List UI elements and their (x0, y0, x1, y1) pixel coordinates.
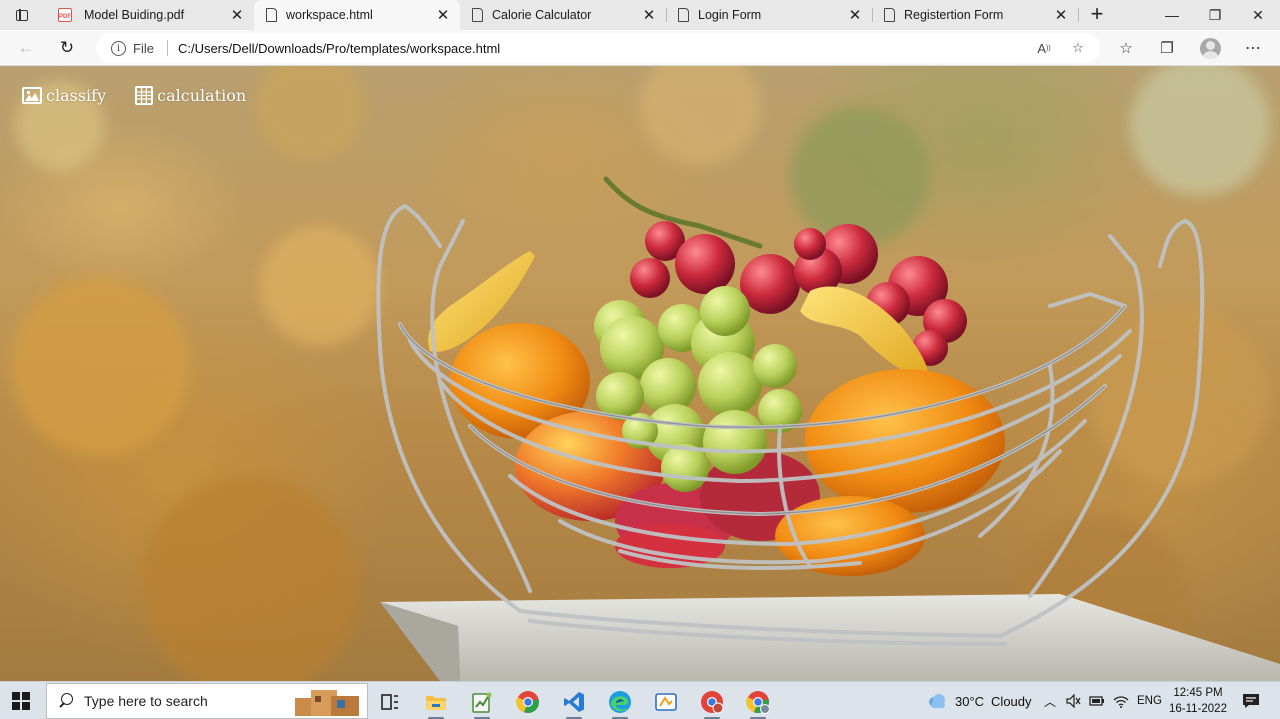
notepad-icon (472, 692, 492, 713)
info-icon[interactable]: i (111, 40, 126, 56)
pdf-icon: PDF (58, 8, 72, 22)
chrome-profile-1-button[interactable] (692, 686, 732, 719)
battery-icon (1089, 696, 1104, 706)
windows-taskbar: Type here to search 30°C Cloudy ︿ ENG 12… (0, 681, 1280, 719)
windows-logo-icon (12, 692, 20, 700)
document-icon (884, 8, 895, 22)
arrow-left-icon: ← (17, 38, 35, 57)
document-icon (678, 8, 689, 22)
taskbar-search-box[interactable]: Type here to search (46, 683, 368, 719)
chrome-button[interactable] (508, 686, 548, 718)
tab-registertion-form[interactable]: Registertion Form ✕ (872, 0, 1078, 30)
new-tab-button[interactable]: + (1086, 3, 1108, 26)
image-icon (22, 87, 42, 104)
folder-icon (426, 696, 446, 710)
close-window-button[interactable]: ✕ (1236, 0, 1280, 30)
tab-title: Model Buiding.pdf (84, 8, 185, 22)
speaker-muted-icon (1066, 694, 1081, 708)
vscode-icon (564, 692, 584, 712)
profile-avatar[interactable] (1200, 38, 1221, 59)
tab-strip: PDF Model Buiding.pdf ✕ workspace.html ✕… (0, 0, 1280, 30)
weather-condition: Cloudy (991, 693, 1032, 709)
snipping-tool-icon (655, 693, 677, 711)
chrome-icon (516, 691, 539, 714)
task-view-icon (381, 694, 398, 710)
favorites-icon[interactable]: ☆ (1115, 38, 1137, 58)
nav-label: calculation (157, 86, 247, 105)
language-indicator[interactable]: ENG (1137, 682, 1162, 719)
file-explorer-button[interactable] (416, 686, 456, 719)
tab-title: workspace.html (286, 8, 373, 22)
battery-button[interactable] (1089, 682, 1105, 719)
url-text[interactable]: C:/Users/Dell/Downloads/Pro/templates/wo… (178, 41, 500, 56)
search-highlight-illustration-icon (295, 690, 359, 716)
clock-time: 12:45 PM (1173, 687, 1223, 699)
notifications-button[interactable] (1242, 682, 1260, 719)
chrome-icon (746, 691, 770, 714)
tab-title: Calorie Calculator (492, 8, 592, 22)
tab-calorie-calculator[interactable]: Calorie Calculator ✕ (460, 0, 666, 30)
tab-title: Registertion Form (904, 8, 1004, 22)
maximize-button[interactable]: ❐ (1193, 0, 1237, 30)
edge-icon (609, 691, 631, 713)
tab-model-buiding[interactable]: PDF Model Buiding.pdf ✕ (48, 0, 254, 30)
tab-workspace[interactable]: workspace.html ✕ (254, 0, 460, 30)
weather-temp: 30°C (955, 693, 985, 709)
snipping-tool-button[interactable] (646, 686, 686, 718)
add-favorite-icon[interactable]: ☆ (1068, 39, 1088, 57)
more-options-icon[interactable]: ⋯ (1242, 38, 1264, 58)
show-hidden-icons-button[interactable]: ︿ (1044, 682, 1056, 719)
search-icon (58, 693, 74, 709)
tab-close-button[interactable]: ✕ (846, 6, 864, 24)
tab-close-button[interactable]: ✕ (228, 6, 246, 24)
nav-calculation[interactable]: calculation (135, 86, 246, 105)
wifi-icon (1113, 695, 1129, 708)
tab-login-form[interactable]: Login Form ✕ (666, 0, 872, 30)
tab-close-button[interactable]: ✕ (434, 6, 452, 24)
collections-icon[interactable]: ❐ (1156, 38, 1178, 58)
page-viewport: classify calculation (0, 66, 1280, 681)
tab-title: Login Form (698, 8, 762, 22)
minimize-button[interactable]: — (1150, 0, 1194, 30)
calculator-icon (135, 86, 154, 105)
tab-actions-button[interactable] (8, 4, 36, 26)
clock-date: 16-11-2022 (1169, 703, 1227, 715)
address-bar[interactable]: i File C:/Users/Dell/Downloads/Pro/templ… (96, 33, 1100, 63)
nav-label: classify (46, 86, 107, 105)
address-divider (166, 40, 168, 56)
read-aloud-icon[interactable]: A)) (1034, 39, 1054, 57)
chevron-up-icon: ︿ (1044, 694, 1057, 709)
refresh-button[interactable]: ↻ (55, 36, 79, 60)
edge-button[interactable] (600, 686, 640, 719)
weather-widget[interactable]: 30°C Cloudy (926, 682, 1032, 719)
wifi-button[interactable] (1113, 682, 1129, 719)
tab-close-button[interactable]: ✕ (1052, 6, 1070, 24)
text-editor-button[interactable] (462, 686, 502, 719)
chrome-icon (701, 691, 724, 714)
chrome-profile-2-button[interactable] (738, 686, 778, 719)
tab-close-button[interactable]: ✕ (640, 6, 658, 24)
notification-icon (1243, 694, 1259, 708)
tab-actions-icon (16, 9, 28, 21)
volume-button[interactable] (1066, 682, 1081, 719)
fruit-basket-photo (10, 66, 1280, 681)
vscode-button[interactable] (554, 686, 594, 719)
task-view-button[interactable] (370, 686, 410, 718)
document-icon (472, 8, 483, 22)
search-placeholder: Type here to search (84, 693, 208, 709)
start-button[interactable] (12, 692, 30, 710)
top-nav: classify calculation (22, 86, 246, 105)
document-icon (266, 8, 277, 22)
browser-toolbar: ← ↻ i File C:/Users/Dell/Downloads/Pro/t… (0, 30, 1280, 66)
scheme-label: File (133, 40, 154, 56)
cloud-icon (929, 694, 945, 708)
refresh-icon: ↻ (59, 38, 75, 57)
taskbar-clock[interactable]: 12:45 PM 16-11-2022 (1164, 685, 1232, 717)
tab-divider (1078, 8, 1079, 22)
back-button[interactable]: ← (14, 36, 38, 60)
nav-classify[interactable]: classify (22, 86, 106, 105)
